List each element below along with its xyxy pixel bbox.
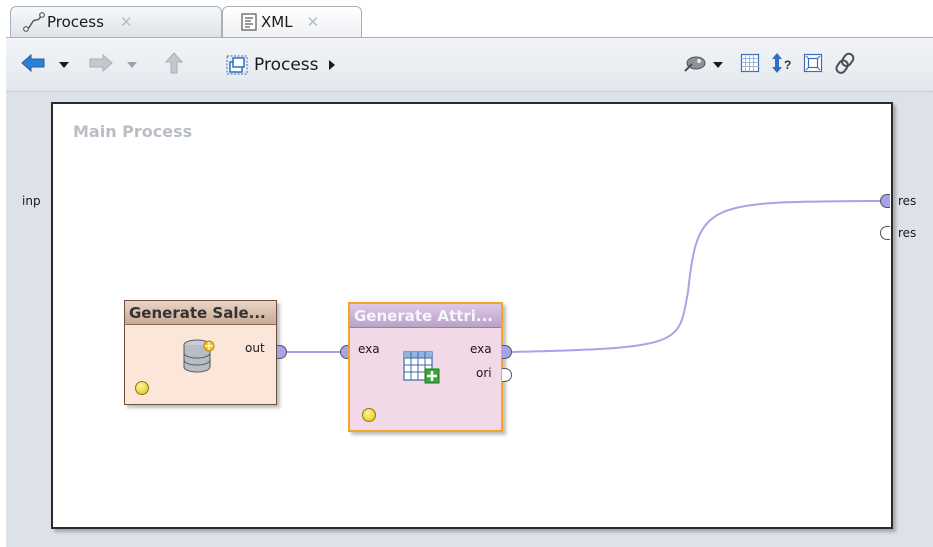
arrow-left-icon	[20, 53, 46, 77]
wand-icon	[683, 53, 707, 77]
fit-icon	[803, 53, 823, 77]
chevron-down-icon	[713, 62, 723, 68]
chevron-down-icon	[127, 62, 137, 68]
process-output-port-2-label: res	[898, 226, 917, 240]
tab-xml-label: XML	[261, 13, 293, 31]
tab-process-close-icon[interactable]: ✕	[120, 13, 133, 31]
operator-title: Generate Attri...	[350, 304, 501, 328]
arrange-icon: ?	[770, 52, 794, 78]
operator-output-port-label: ori	[476, 366, 492, 380]
process-output-port-2[interactable]	[880, 226, 890, 240]
connect-ports-button[interactable]	[832, 51, 858, 79]
svg-text:?: ?	[784, 58, 791, 72]
back-history-dropdown[interactable]	[56, 51, 72, 79]
tab-xml-close-icon[interactable]: ✕	[307, 13, 320, 31]
forward-history-dropdown[interactable]	[124, 51, 140, 79]
chevron-right-icon[interactable]	[328, 60, 335, 70]
xml-icon	[241, 13, 257, 31]
breadcrumb-process[interactable]: Process	[254, 55, 319, 75]
subprocess-icon	[226, 55, 248, 75]
process-output-port-1-label: res	[898, 194, 917, 208]
tab-process-label: Process	[47, 13, 104, 31]
status-indicator-icon	[135, 381, 149, 395]
grid-icon	[740, 53, 760, 77]
arrow-right-icon	[88, 53, 114, 77]
auto-wire-button[interactable]	[682, 51, 708, 79]
process-output-port-1[interactable]	[880, 194, 890, 208]
tab-xml[interactable]: XML ✕	[222, 6, 362, 37]
arrow-up-icon	[164, 51, 184, 79]
operator-input-port-label: exa	[358, 342, 380, 356]
fit-to-size-button[interactable]	[801, 51, 825, 79]
back-button[interactable]	[18, 51, 48, 79]
operator-title: Generate Sale...	[125, 301, 276, 325]
tab-process[interactable]: Process ✕	[10, 6, 222, 37]
status-indicator-icon	[362, 408, 376, 422]
process-canvas[interactable]: inp Main Process res res Generate Sale..…	[6, 92, 933, 547]
process-input-port-label: inp	[22, 194, 41, 208]
up-button[interactable]	[161, 51, 187, 79]
table-add-icon	[402, 350, 442, 394]
chevron-down-icon	[59, 62, 69, 68]
show-grid-button[interactable]	[738, 51, 762, 79]
operator-generate-attributes[interactable]: Generate Attri... exa exa ori	[348, 302, 503, 432]
process-toolbar: Process ?	[6, 37, 933, 92]
page-title: Main Process	[73, 122, 193, 141]
operator-output-port-label: exa	[470, 342, 492, 356]
link-icon	[834, 52, 856, 78]
breadcrumb[interactable]: Process	[226, 51, 366, 79]
operator-output-port-label: out	[245, 341, 265, 355]
editor-tab-strip: Process ✕ XML ✕	[0, 0, 933, 37]
forward-button[interactable]	[86, 51, 116, 79]
arrange-operators-button[interactable]: ?	[769, 51, 795, 79]
auto-wire-dropdown[interactable]	[710, 51, 726, 79]
database-icon	[181, 337, 219, 379]
process-icon	[23, 12, 45, 36]
operator-generate-sales-data[interactable]: Generate Sale... out	[124, 300, 277, 405]
